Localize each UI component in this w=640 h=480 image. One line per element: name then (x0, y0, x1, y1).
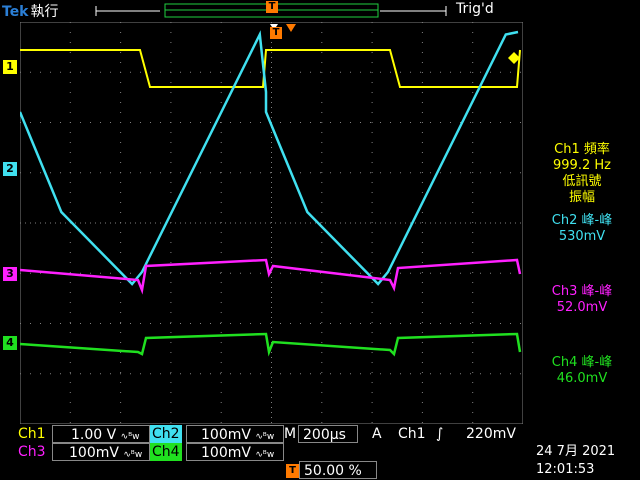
ch3-waveform (20, 258, 522, 295)
ch4-measurement: Ch4 峰-峰 46.0mV (526, 355, 638, 387)
trigger-position-icon: T (266, 1, 278, 13)
ch1-meas-note: 低訊號 (562, 174, 602, 189)
trigger-mode: A (372, 426, 382, 442)
date-readout: 24 7月 2021 (536, 444, 616, 459)
ch1-scale: 1.00 V (71, 427, 117, 443)
ch4-meas-value: 46.0mV (556, 371, 608, 386)
ch2-scale: 100mV (201, 427, 251, 443)
ch3-marker-icon[interactable]: 3 (3, 267, 17, 281)
time-readout: 12:01:53 (536, 462, 595, 477)
ch2-measurement: Ch2 峰-峰 530mV (526, 213, 638, 245)
ch4-scale: 100mV (201, 445, 251, 461)
ch1-scale-box[interactable]: 1.00 V ∿ᴮw (52, 425, 150, 443)
ch4-name-tag[interactable]: Ch4 (150, 443, 182, 461)
ch4-waveform (20, 332, 522, 357)
grid (20, 22, 523, 424)
ch4-meas-label: Ch4 峰-峰 (551, 355, 613, 370)
ch3-meas-label: Ch3 峰-峰 (551, 284, 613, 299)
ch3-name: Ch3 (18, 444, 46, 460)
timebase-readout[interactable]: M (284, 425, 296, 443)
ch1-measurement: Ch1 頻率 999.2 Hz 低訊號 振幅 (526, 142, 638, 206)
ch2-waveform (20, 30, 519, 286)
ch2-scale-box[interactable]: 100mV ∿ᴮw (186, 425, 284, 443)
ch3-scale-box[interactable]: 100mV ∿ᴮw (52, 443, 150, 461)
trigger-marker-icon: T (270, 27, 282, 39)
ch4-bw-icon: ∿ᴮw (255, 450, 275, 460)
timebase-value: 200µs (303, 427, 346, 443)
ch1-meas-value: 999.2 Hz (553, 158, 611, 173)
ch4-scale-box[interactable]: 100mV ∿ᴮw (186, 443, 284, 461)
ch2-name-tag[interactable]: Ch2 (150, 425, 182, 443)
trigger-arrow-icon (286, 24, 296, 32)
ch1-bw-icon: ∿ᴮw (120, 432, 140, 442)
ch3-meas-value: 52.0mV (556, 300, 608, 315)
record-view-bar (95, 3, 447, 18)
ch4-marker-icon[interactable]: 4 (3, 336, 17, 350)
timebase-label: M (284, 426, 297, 442)
ch2-bw-icon: ∿ᴮw (255, 432, 275, 442)
ch2-meas-value: 530mV (558, 229, 606, 244)
bottom-readout: Ch1 1.00 V ∿ᴮw Ch2 100mV ∿ᴮw M 200µs A C… (0, 424, 640, 480)
trigger-level[interactable]: 220mV (466, 425, 516, 443)
trigger-status: Trig'd (456, 1, 494, 17)
ch3-scale: 100mV (69, 445, 119, 461)
ch2-marker-icon[interactable]: 2 (3, 162, 17, 176)
ch3-bw-icon: ∿ᴮw (123, 450, 143, 460)
trigger-position-box[interactable]: 50.00 % (299, 461, 377, 479)
ch1-marker-icon[interactable]: 1 (3, 60, 17, 74)
ch2-meas-label: Ch2 峰-峰 (551, 213, 613, 228)
trigger-position: 50.00 % (304, 463, 362, 479)
top-bar: Tek 執行 T Trig'd (0, 0, 640, 22)
ch1-meas-label: Ch1 頻率 (554, 142, 610, 157)
ch1-waveform (20, 49, 521, 88)
ch1-scale-readout[interactable]: Ch1 (18, 425, 46, 443)
ch1-meas-note2: 振幅 (568, 190, 595, 205)
ch3-measurement: Ch3 峰-峰 52.0mV (526, 284, 638, 316)
trigger-slope-icon[interactable]: ∫ (436, 425, 443, 443)
trigger-source[interactable]: Ch1 (398, 425, 426, 443)
graticule (20, 22, 523, 424)
trigger-position-marker-icon: T (286, 464, 299, 478)
ch1-name: Ch1 (18, 426, 46, 442)
ch3-scale-readout[interactable]: Ch3 (18, 443, 46, 461)
timebase-box[interactable]: 200µs (298, 425, 358, 443)
